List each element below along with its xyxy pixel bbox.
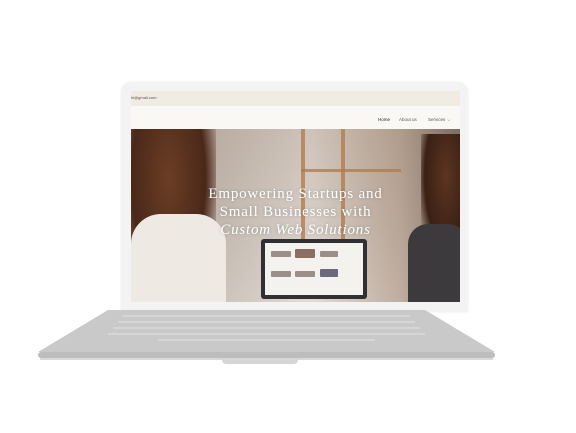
nav-item-services-label: Services	[428, 117, 446, 122]
hero-title-line-3: Custom Web Solutions	[220, 222, 371, 238]
laptop-front-notch	[222, 358, 298, 364]
photo-thumb	[295, 249, 315, 258]
top-contact-bar: hi@gmail.com	[131, 91, 460, 106]
nav-item-services[interactable]: Services ⌵	[428, 117, 451, 122]
hero-section: Empowering Startups and Small Businesses…	[131, 129, 460, 302]
nav-item-home[interactable]: Home	[378, 117, 390, 122]
laptop-in-photo-screen	[265, 243, 363, 295]
nav-item-about-us[interactable]: About us	[399, 117, 417, 122]
photo-thumb	[320, 269, 338, 277]
hero-title: Empowering Startups and Small Businesses…	[131, 185, 460, 239]
hero-title-line-1: Empowering Startups and	[208, 186, 383, 202]
photo-thumb	[320, 251, 338, 257]
laptop-in-photo	[261, 239, 367, 299]
laptop-screen: hi@gmail.com Home About us Services ⌵ Em…	[131, 91, 460, 302]
photo-thumb	[271, 251, 291, 257]
window-frame-horizontal	[301, 169, 401, 172]
photo-thumb	[295, 271, 315, 277]
laptop-base	[38, 310, 495, 378]
contact-email[interactable]: hi@gmail.com	[131, 95, 156, 100]
hero-title-line-2: Small Businesses with	[219, 204, 372, 220]
photo-thumb	[271, 271, 291, 277]
laptop-base-shape	[38, 310, 495, 360]
main-navigation: Home About us Services ⌵	[131, 106, 460, 129]
chevron-down-icon: ⌵	[447, 117, 451, 122]
